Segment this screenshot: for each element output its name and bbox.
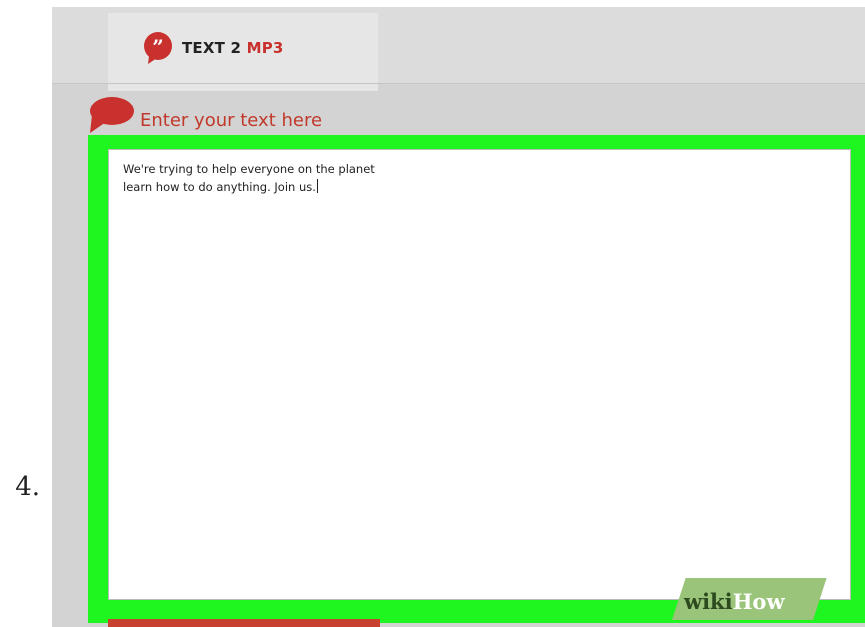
text-input-area[interactable]: We're trying to help everyone on the pla…: [108, 149, 851, 600]
app-logo[interactable]: ” TEXT 2 MP3: [140, 30, 284, 66]
logo-text: TEXT 2 MP3: [182, 39, 284, 57]
text-caret: [316, 179, 318, 193]
quote-bubble-icon: ”: [140, 30, 176, 66]
logo-text-part2: MP3: [246, 39, 284, 57]
watermark-part1: wiki: [684, 589, 733, 614]
header-divider: [52, 83, 865, 84]
svg-text:”: ”: [152, 35, 164, 59]
app-screen: ” TEXT 2 MP3 Enter your text here We're …: [52, 7, 865, 627]
logo-tab[interactable]: ” TEXT 2 MP3: [108, 13, 378, 91]
step-number: 4.: [15, 472, 40, 502]
speech-bubble-icon: [88, 95, 136, 135]
watermark: wikiHow: [684, 589, 785, 614]
logo-text-part1: TEXT 2: [182, 39, 242, 57]
text-input-content: We're trying to help everyone on the pla…: [123, 162, 375, 194]
top-bar: ” TEXT 2 MP3: [52, 7, 865, 91]
watermark-part2: How: [732, 589, 785, 614]
highlight-frame: We're trying to help everyone on the pla…: [88, 135, 865, 623]
bottom-accent-bar: [108, 619, 380, 627]
editor-heading: Enter your text here: [88, 95, 322, 135]
editor-heading-label: Enter your text here: [140, 109, 323, 131]
